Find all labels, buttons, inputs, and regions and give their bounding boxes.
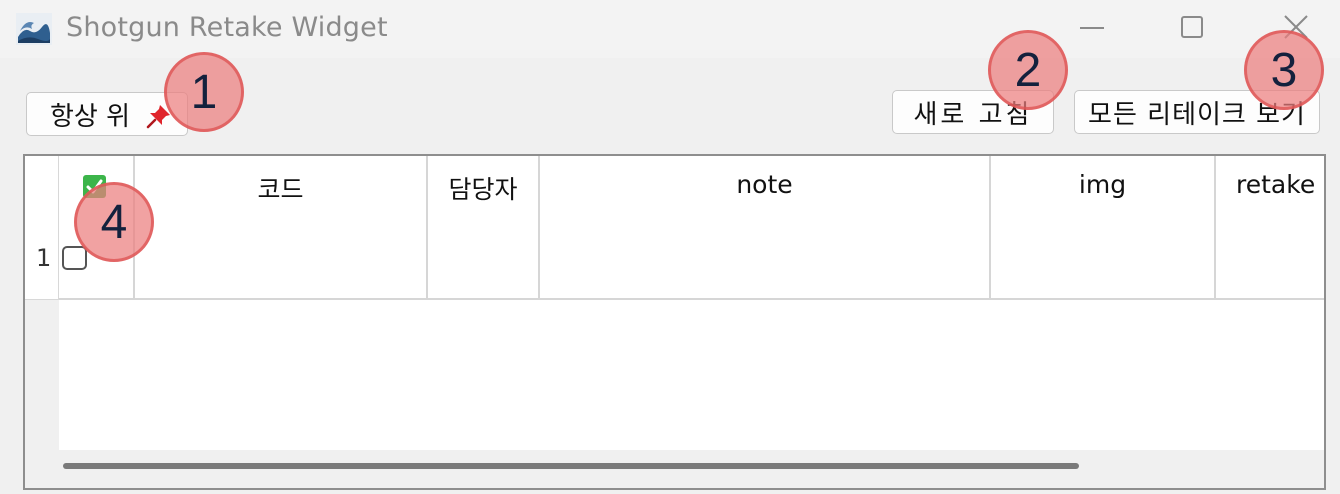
always-on-top-label: 항상 위 [49, 101, 131, 132]
retake-table: 1 코드 담당자 note img retake [23, 154, 1326, 490]
table-grid: 코드 담당자 note img retake [59, 156, 1324, 450]
column-header-assignee: 담당자 [448, 175, 518, 204]
marker-4: 4 [74, 182, 154, 262]
column-code[interactable]: 코드 [135, 156, 428, 300]
window-title: Shotgun Retake Widget [66, 12, 388, 43]
maximize-button[interactable] [1170, 8, 1214, 48]
app-wave-icon [16, 13, 52, 45]
column-header-code: 코드 [257, 175, 304, 204]
maximize-icon [1181, 16, 1203, 38]
horizontal-scrollbar[interactable] [25, 450, 1324, 488]
marker-1: 1 [164, 52, 244, 132]
column-retake[interactable]: retake [1216, 156, 1324, 300]
column-header-retake: retake [1236, 170, 1316, 199]
column-header-img: img [1078, 170, 1127, 199]
minimize-icon [1080, 27, 1104, 29]
minimize-button[interactable] [1070, 8, 1114, 48]
row-header[interactable]: 1 [25, 156, 59, 300]
column-img[interactable]: img [991, 156, 1216, 300]
marker-2: 2 [988, 30, 1068, 110]
column-assignee[interactable]: 담당자 [428, 156, 540, 300]
row-header-column: 1 [25, 156, 59, 450]
column-note[interactable]: note [540, 156, 991, 300]
row-select-checkbox[interactable] [62, 246, 87, 270]
title-bar: Shotgun Retake Widget [0, 0, 1340, 58]
marker-3: 3 [1244, 30, 1324, 110]
row-number: 1 [36, 244, 52, 272]
column-header-note: note [736, 170, 793, 199]
scrollbar-thumb[interactable] [63, 463, 1079, 469]
